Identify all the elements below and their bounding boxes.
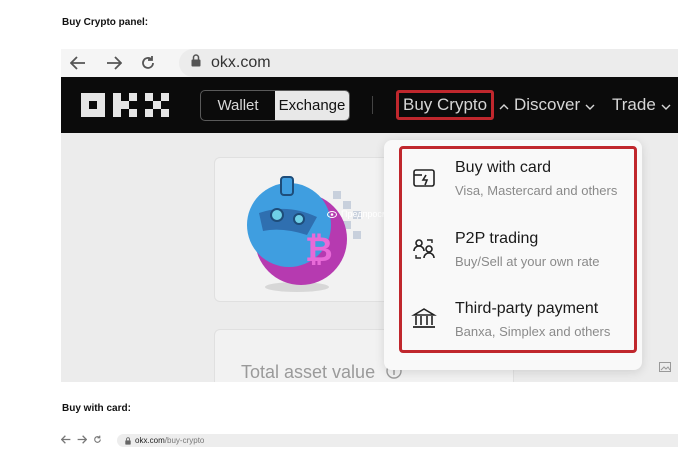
bank-icon xyxy=(411,306,437,332)
back-icon[interactable] xyxy=(61,435,71,444)
caption-buy-crypto-panel: Buy Crypto panel: xyxy=(62,17,149,28)
item-title: Buy with card xyxy=(455,159,552,176)
dropdown-item-buy-with-card[interactable]: Buy with card Visa, Mastercard and other… xyxy=(411,159,631,198)
wallet-tab[interactable]: Wallet xyxy=(201,91,275,120)
url-path: /buy-crypto xyxy=(164,436,205,445)
browser-toolbar: okx.com xyxy=(61,49,678,77)
eye-icon xyxy=(327,210,337,218)
forward-icon[interactable] xyxy=(103,52,125,74)
browser-toolbar-small xyxy=(61,435,102,444)
svg-text:₿: ₿ xyxy=(305,230,333,270)
bitcoin-illustration: ₿ xyxy=(247,176,361,292)
wallet-exchange-toggle: Wallet Exchange xyxy=(200,90,350,121)
top-navigation-bar: Wallet Exchange Buy Crypto Discover Trad… xyxy=(61,77,678,133)
exchange-tab[interactable]: Exchange xyxy=(275,91,349,120)
address-bar-small[interactable]: okx.com/buy-crypto xyxy=(117,434,678,447)
url-domain: okx.com xyxy=(135,436,165,445)
dropdown-item-third-party-payment[interactable]: Third-party payment Banxa, Simplex and o… xyxy=(411,300,631,339)
item-title: Third-party payment xyxy=(455,300,599,317)
forward-icon[interactable] xyxy=(77,435,87,444)
trade-label: Trade xyxy=(612,95,656,114)
discover-label: Discover xyxy=(514,95,581,114)
item-subtitle: Banxa, Simplex and others xyxy=(455,324,611,339)
back-icon[interactable] xyxy=(67,52,89,74)
nav-divider xyxy=(372,96,373,114)
screenshot-buy-with-card: okx.com/buy-crypto xyxy=(61,434,678,449)
screenshot-buy-crypto: okx.com Wallet Exchange Buy Crypto Disco… xyxy=(61,49,678,382)
address-bar[interactable]: okx.com xyxy=(179,49,678,77)
chevron-up-icon xyxy=(499,95,509,115)
nav-trade[interactable]: Trade xyxy=(612,77,671,133)
chevron-down-icon xyxy=(661,95,671,115)
reload-icon[interactable] xyxy=(137,52,159,74)
item-title: P2P trading xyxy=(455,230,539,247)
okx-logo[interactable] xyxy=(81,93,171,117)
image-icon[interactable] xyxy=(659,361,671,373)
reload-icon[interactable] xyxy=(93,435,102,444)
lock-icon xyxy=(125,436,131,445)
item-subtitle: Buy/Sell at your own rate xyxy=(455,254,600,269)
card-icon xyxy=(411,165,437,191)
nav-buy-crypto[interactable]: Buy Crypto xyxy=(396,77,509,133)
url-text: okx.com xyxy=(211,54,271,71)
lock-icon xyxy=(191,54,201,72)
p2p-icon xyxy=(411,236,437,262)
asset-label-text: Total asset value xyxy=(241,362,376,382)
nav-discover[interactable]: Discover xyxy=(514,77,595,133)
buy-crypto-label: Buy Crypto xyxy=(396,90,495,120)
total-asset-value-label: Total asset value xyxy=(241,362,402,382)
dropdown-item-p2p-trading[interactable]: P2P trading Buy/Sell at your own rate xyxy=(411,230,631,269)
caption-buy-with-card: Buy with card: xyxy=(62,403,131,414)
item-subtitle: Visa, Mastercard and others xyxy=(455,183,618,198)
chevron-down-icon xyxy=(585,95,595,115)
